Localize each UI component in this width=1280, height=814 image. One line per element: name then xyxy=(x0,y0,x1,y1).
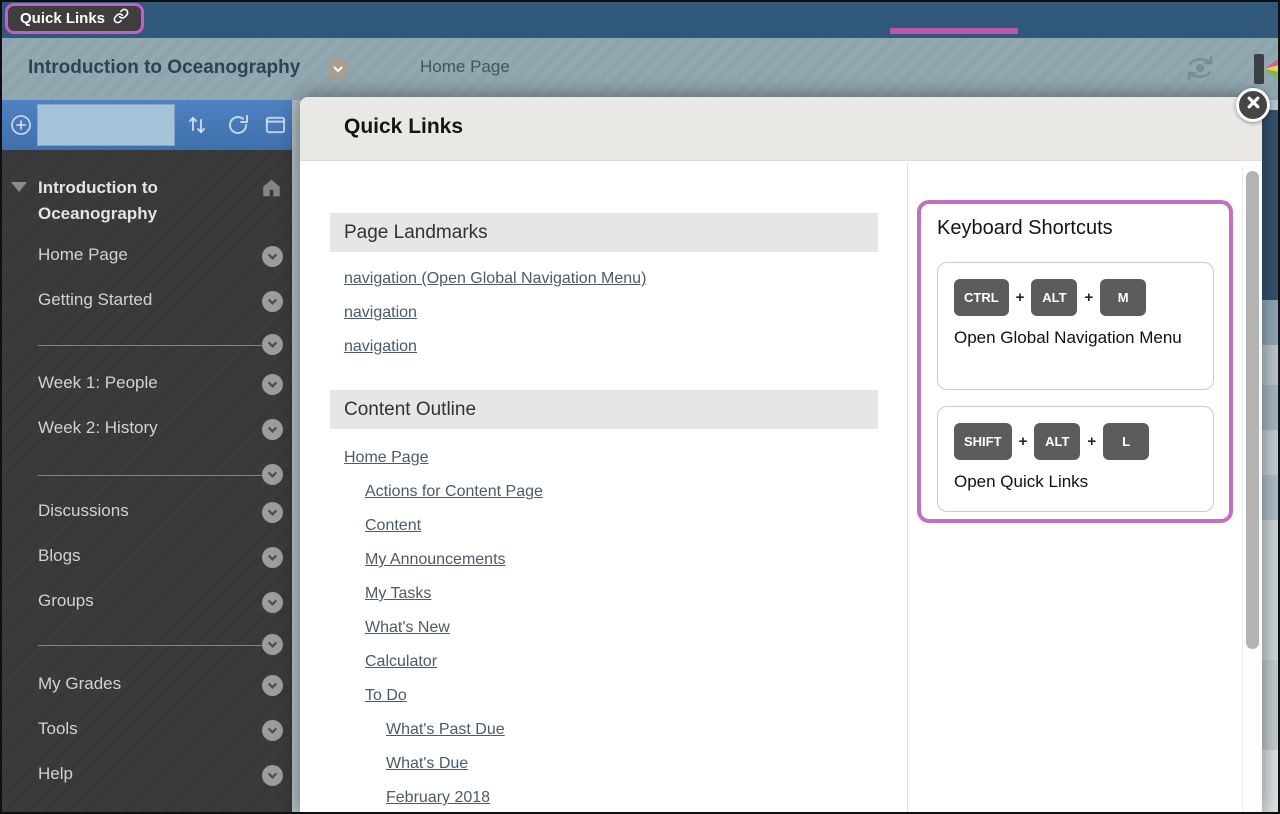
sidebar-course-title[interactable]: Introduction to Oceanography xyxy=(38,175,218,227)
plus-sign: + xyxy=(1084,289,1093,306)
close-icon xyxy=(1246,95,1261,115)
keycap-alt: ALT xyxy=(1034,423,1080,460)
shortcut-card: CTRL + ALT + M Open Global Navigation Me… xyxy=(937,262,1214,390)
dialog-body: Page Landmarks navigation (Open Global N… xyxy=(300,161,1262,814)
landmark-link[interactable]: navigation xyxy=(344,338,417,356)
chevron-down-icon[interactable] xyxy=(262,502,283,523)
panel-divider xyxy=(907,163,908,814)
chain-link-icon xyxy=(113,8,129,29)
sidebar-item-groups[interactable]: Groups xyxy=(38,591,94,611)
landmark-link[interactable]: navigation (Open Global Navigation Menu) xyxy=(344,270,646,288)
home-icon[interactable] xyxy=(260,177,283,204)
page-background-left xyxy=(292,100,300,814)
chevron-down-icon[interactable] xyxy=(262,547,283,568)
quick-links-button[interactable]: Quick Links xyxy=(5,3,144,34)
chevron-down-icon[interactable] xyxy=(262,634,283,655)
outline-link[interactable]: To Do xyxy=(365,687,407,705)
menu-divider xyxy=(38,475,262,476)
sidebar-item-getting-started[interactable]: Getting Started xyxy=(38,290,152,310)
sidebar-item-help[interactable]: Help xyxy=(38,764,73,784)
keycap-l: L xyxy=(1103,423,1149,460)
quick-links-dialog: Quick Links Page Landmarks navigation (O… xyxy=(300,97,1262,814)
shortcut-description: Open Global Navigation Menu xyxy=(954,325,1199,350)
content-outline-heading: Content Outline xyxy=(330,390,878,429)
chevron-down-icon[interactable] xyxy=(262,334,283,355)
chevron-down-icon[interactable] xyxy=(262,675,283,696)
sidebar-item-my-grades[interactable]: My Grades xyxy=(38,674,121,694)
course-menu-chevron[interactable] xyxy=(327,58,349,80)
keycap-alt: ALT xyxy=(1031,279,1077,316)
page-landmarks-heading: Page Landmarks xyxy=(330,213,878,252)
outline-link[interactable]: Calculator xyxy=(365,653,437,671)
plus-sign: + xyxy=(1087,433,1096,450)
outline-link[interactable]: What's Past Due xyxy=(386,721,505,739)
keycap-shift: SHIFT xyxy=(954,423,1012,460)
content-outline-title: Content Outline xyxy=(344,399,476,421)
landmark-link[interactable]: navigation xyxy=(344,304,417,322)
page-background xyxy=(1262,100,1280,814)
collapse-caret-icon[interactable] xyxy=(11,182,27,192)
shortcut-card: SHIFT + ALT + L Open Quick Links xyxy=(937,406,1214,512)
plus-sign: + xyxy=(1019,433,1028,450)
keyboard-shortcuts-title: Keyboard Shortcuts xyxy=(937,217,1113,240)
highlight-strip xyxy=(890,28,1018,34)
sidebar-item-blogs[interactable]: Blogs xyxy=(38,546,81,566)
outline-link[interactable]: What's New xyxy=(365,619,450,637)
top-navigation-bar: Quick Links xyxy=(0,0,1280,38)
keycap-ctrl: CTRL xyxy=(954,279,1009,316)
outline-link[interactable]: February 2018 xyxy=(386,789,490,807)
chevron-down-icon[interactable] xyxy=(262,592,283,613)
chevron-down-icon[interactable] xyxy=(262,765,283,786)
sidebar-item-tools[interactable]: Tools xyxy=(38,719,78,739)
modal-scrollbar-thumb[interactable] xyxy=(1246,171,1259,649)
course-title: Introduction to Oceanography xyxy=(28,57,300,79)
outline-link[interactable]: What's Due xyxy=(386,755,468,773)
page-landmarks-title: Page Landmarks xyxy=(344,222,488,244)
modal-scrollbar-track[interactable] xyxy=(1242,165,1262,814)
shortcut-description: Open Quick Links xyxy=(954,469,1199,494)
open-in-window-icon[interactable] xyxy=(264,113,287,141)
plus-sign: + xyxy=(1016,289,1025,306)
sidebar-item-week-2[interactable]: Week 2: History xyxy=(38,418,158,438)
theme-palette-icon[interactable] xyxy=(1254,52,1280,91)
chevron-down-icon[interactable] xyxy=(262,246,283,267)
outline-link[interactable]: My Announcements xyxy=(365,551,506,569)
dialog-title: Quick Links xyxy=(344,115,463,139)
quick-links-button-label: Quick Links xyxy=(20,10,105,27)
outline-link[interactable]: Content xyxy=(365,517,421,535)
menu-divider xyxy=(38,645,262,646)
outline-link[interactable]: My Tasks xyxy=(365,585,431,603)
student-preview-icon[interactable] xyxy=(1182,53,1218,88)
course-menu-toolbar xyxy=(0,100,292,150)
dialog-header: Quick Links xyxy=(300,97,1262,161)
sidebar-item-home-page[interactable]: Home Page xyxy=(38,245,128,265)
chevron-down-icon[interactable] xyxy=(262,419,283,440)
reorder-icon[interactable] xyxy=(185,113,209,142)
chevron-down-icon[interactable] xyxy=(262,291,283,312)
keycap-m: M xyxy=(1100,279,1146,316)
outline-link[interactable]: Actions for Content Page xyxy=(365,483,543,501)
sidebar-item-week-1[interactable]: Week 1: People xyxy=(38,373,158,393)
course-header: Introduction to Oceanography xyxy=(0,38,1280,100)
chevron-down-icon[interactable] xyxy=(262,720,283,741)
menu-display-toggle[interactable] xyxy=(37,104,175,146)
breadcrumb: Home Page xyxy=(420,57,510,77)
chevron-down-icon[interactable] xyxy=(262,464,283,485)
keyboard-shortcuts-panel: Keyboard Shortcuts CTRL + ALT + M Open G… xyxy=(917,200,1233,523)
outline-link[interactable]: Home Page xyxy=(344,449,429,467)
close-button[interactable] xyxy=(1236,88,1270,122)
sidebar-item-discussions[interactable]: Discussions xyxy=(38,501,129,521)
add-menu-item-icon[interactable] xyxy=(9,113,33,142)
refresh-icon[interactable] xyxy=(226,113,250,142)
menu-divider xyxy=(38,345,262,346)
chevron-down-icon[interactable] xyxy=(262,374,283,395)
